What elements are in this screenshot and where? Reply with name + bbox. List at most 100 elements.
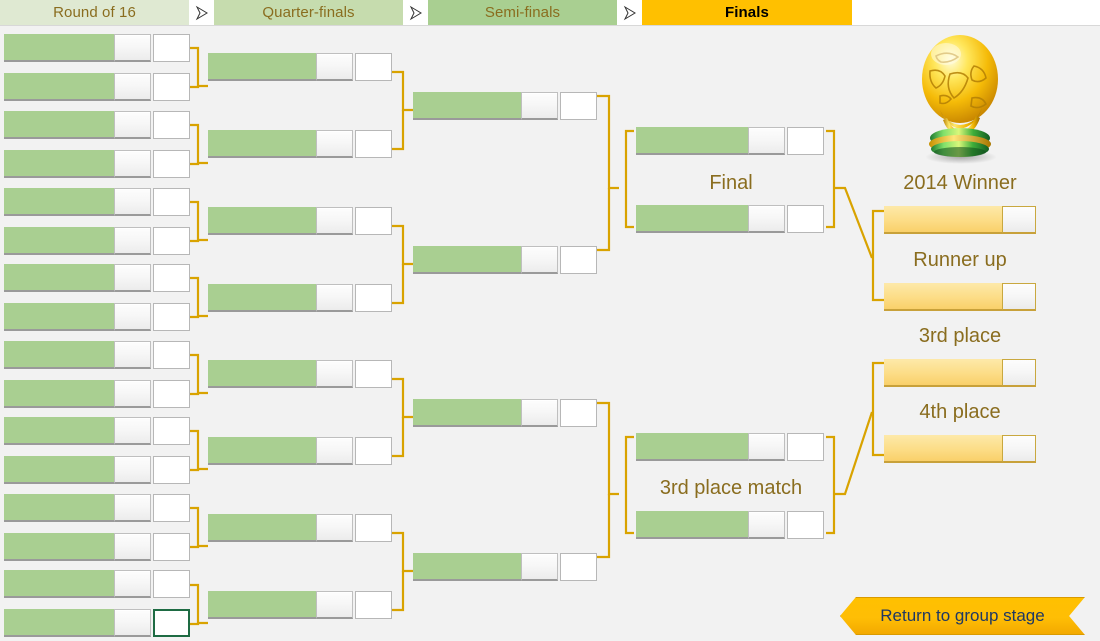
sf-match-2-slot-1[interactable] — [413, 399, 597, 429]
penalty-box[interactable] — [355, 514, 392, 542]
sf-match-2-slot-2[interactable] — [413, 553, 597, 583]
penalty-box[interactable] — [355, 437, 392, 465]
penalty-box[interactable] — [153, 111, 190, 139]
score-box[interactable] — [1002, 283, 1036, 311]
final-slot-1[interactable] — [636, 127, 826, 157]
team-box[interactable] — [4, 494, 114, 522]
team-box[interactable] — [4, 380, 114, 408]
r16-match-8-slot-2[interactable] — [4, 609, 190, 639]
score-box[interactable] — [521, 553, 558, 581]
team-box[interactable] — [4, 188, 114, 216]
team-box[interactable] — [413, 246, 521, 274]
r16-match-8-slot-1[interactable] — [4, 570, 190, 600]
score-box[interactable] — [114, 341, 151, 369]
r16-match-5-slot-1[interactable] — [4, 341, 190, 371]
team-box[interactable] — [4, 73, 114, 101]
penalty-box[interactable] — [787, 205, 824, 233]
team-box[interactable] — [884, 206, 1002, 234]
team-box[interactable] — [636, 511, 748, 539]
score-box[interactable] — [114, 188, 151, 216]
penalty-box[interactable] — [153, 188, 190, 216]
penalty-box-selected[interactable] — [153, 609, 190, 637]
penalty-box[interactable] — [787, 511, 824, 539]
score-box[interactable] — [114, 456, 151, 484]
penalty-box[interactable] — [560, 553, 597, 581]
qf-match-1-slot-2[interactable] — [208, 130, 392, 160]
score-box[interactable] — [748, 433, 785, 461]
r16-match-5-slot-2[interactable] — [4, 380, 190, 410]
penalty-box[interactable] — [355, 207, 392, 235]
team-box[interactable] — [208, 130, 316, 158]
penalty-box[interactable] — [560, 399, 597, 427]
r16-match-3-slot-2[interactable] — [4, 227, 190, 257]
sf-match-1-slot-1[interactable] — [413, 92, 597, 122]
team-box[interactable] — [413, 399, 521, 427]
team-box[interactable] — [636, 127, 748, 155]
score-box[interactable] — [521, 92, 558, 120]
team-box[interactable] — [208, 360, 316, 388]
r16-match-1-slot-2[interactable] — [4, 73, 190, 103]
team-box[interactable] — [208, 514, 316, 542]
team-box[interactable] — [4, 417, 114, 445]
score-box[interactable] — [748, 205, 785, 233]
score-box[interactable] — [114, 264, 151, 292]
score-box[interactable] — [114, 73, 151, 101]
team-box[interactable] — [208, 207, 316, 235]
score-box[interactable] — [114, 609, 151, 637]
team-box[interactable] — [208, 284, 316, 312]
score-box[interactable] — [114, 227, 151, 255]
score-box[interactable] — [114, 150, 151, 178]
score-box[interactable] — [114, 34, 151, 62]
team-box[interactable] — [884, 435, 1002, 463]
r16-match-2-slot-2[interactable] — [4, 150, 190, 180]
penalty-box[interactable] — [355, 284, 392, 312]
penalty-box[interactable] — [153, 494, 190, 522]
r16-match-7-slot-2[interactable] — [4, 533, 190, 563]
penalty-box[interactable] — [153, 303, 190, 331]
team-box[interactable] — [4, 456, 114, 484]
score-box[interactable] — [316, 53, 353, 81]
team-box[interactable] — [4, 227, 114, 255]
penalty-box[interactable] — [153, 380, 190, 408]
score-box[interactable] — [114, 303, 151, 331]
score-box[interactable] — [114, 111, 151, 139]
r16-match-7-slot-1[interactable] — [4, 494, 190, 524]
score-box[interactable] — [316, 591, 353, 619]
penalty-box[interactable] — [355, 130, 392, 158]
qf-match-2-slot-1[interactable] — [208, 207, 392, 237]
r16-match-3-slot-1[interactable] — [4, 188, 190, 218]
tab-semi-finals[interactable]: Semi-finals — [428, 0, 617, 25]
penalty-box[interactable] — [153, 227, 190, 255]
qf-match-4-slot-2[interactable] — [208, 591, 392, 621]
team-box[interactable] — [884, 283, 1002, 311]
penalty-box[interactable] — [153, 456, 190, 484]
score-box[interactable] — [114, 494, 151, 522]
score-box[interactable] — [1002, 359, 1036, 387]
podium-third-place-slot[interactable] — [884, 359, 1036, 389]
score-box[interactable] — [114, 417, 151, 445]
team-box[interactable] — [208, 437, 316, 465]
return-to-group-stage-button[interactable]: Return to group stage — [840, 597, 1085, 635]
score-box[interactable] — [316, 437, 353, 465]
final-slot-2[interactable] — [636, 205, 826, 235]
r16-match-2-slot-1[interactable] — [4, 111, 190, 141]
score-box[interactable] — [316, 207, 353, 235]
r16-match-6-slot-1[interactable] — [4, 417, 190, 447]
sf-match-1-slot-2[interactable] — [413, 246, 597, 276]
team-box[interactable] — [208, 53, 316, 81]
r16-match-4-slot-2[interactable] — [4, 303, 190, 333]
qf-match-3-slot-1[interactable] — [208, 360, 392, 390]
score-box[interactable] — [1002, 435, 1036, 463]
qf-match-2-slot-2[interactable] — [208, 284, 392, 314]
score-box[interactable] — [114, 380, 151, 408]
qf-match-3-slot-2[interactable] — [208, 437, 392, 467]
penalty-box[interactable] — [560, 92, 597, 120]
team-box[interactable] — [413, 553, 521, 581]
penalty-box[interactable] — [153, 150, 190, 178]
r16-match-1-slot-1[interactable] — [4, 34, 190, 64]
third-place-match-slot-1[interactable] — [636, 433, 826, 463]
team-box[interactable] — [4, 570, 114, 598]
third-place-match-slot-2[interactable] — [636, 511, 826, 541]
score-box[interactable] — [316, 514, 353, 542]
r16-match-4-slot-1[interactable] — [4, 264, 190, 294]
